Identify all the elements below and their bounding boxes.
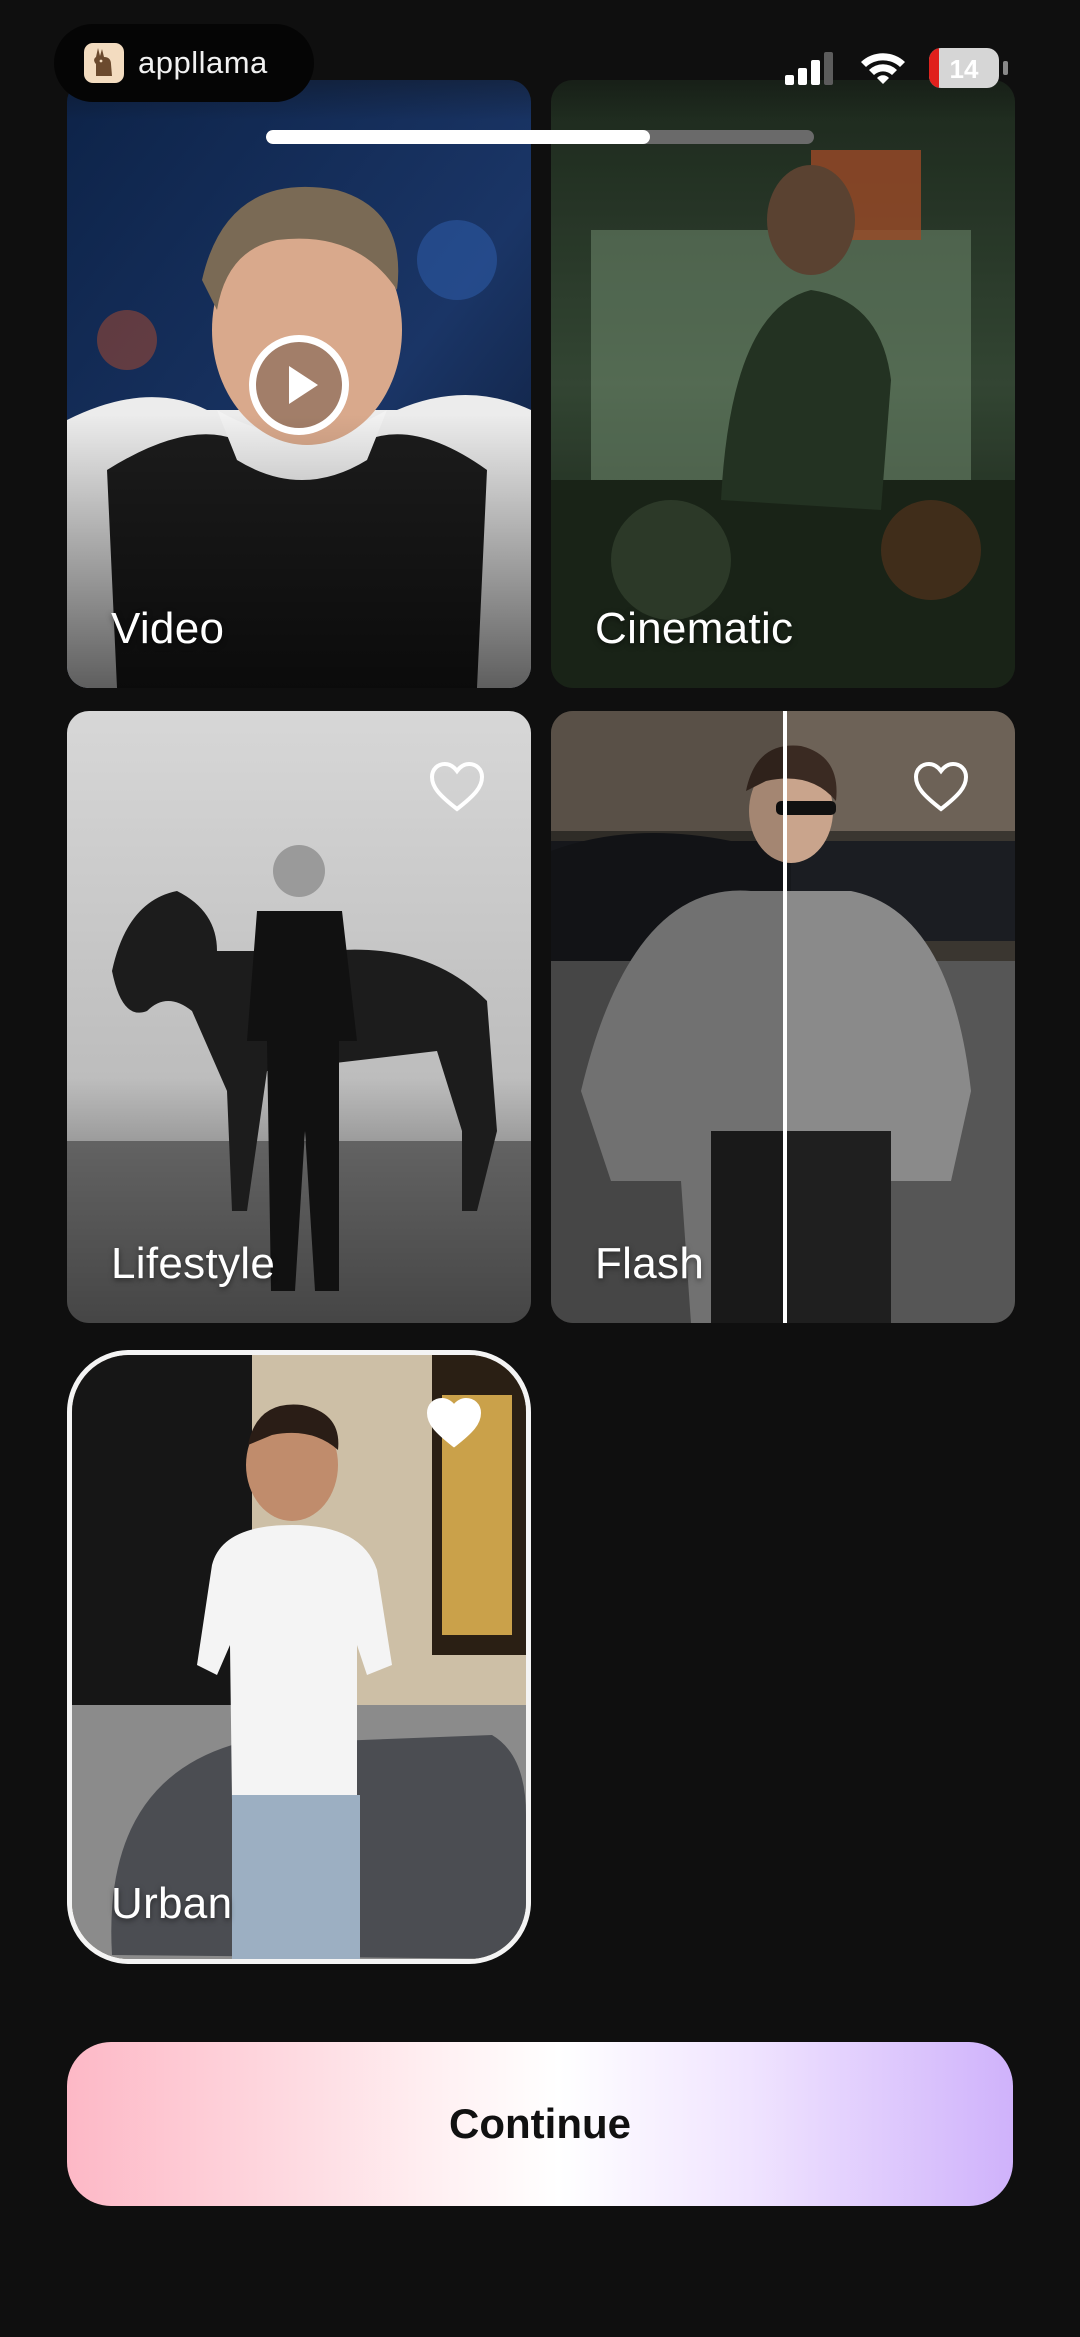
style-card-cinematic[interactable]: Cinematic [551,80,1015,688]
style-card-label: Cinematic [595,604,794,653]
style-card-video[interactable]: Video [67,80,531,688]
continue-button[interactable]: Continue [67,2042,1013,2206]
progress-fill [266,130,650,144]
cellular-signal-icon [785,52,833,85]
play-button[interactable] [249,335,349,435]
style-card-label: Lifestyle [111,1239,276,1288]
play-icon [289,366,318,404]
favorite-heart-icon[interactable] [913,761,969,813]
favorite-heart-icon[interactable] [426,1397,482,1449]
onboarding-progress-bar [266,130,814,144]
style-card-urban[interactable]: Urban [67,1350,531,1964]
status-bar: 14 [785,48,1008,88]
llama-logo-icon [84,43,124,83]
style-card-label: Flash [595,1239,705,1288]
continue-label: Continue [449,2100,631,2147]
wifi-icon [861,53,905,84]
style-card-label: Video [111,604,225,653]
brand-badge: appllama [54,24,314,102]
style-card-flash[interactable]: Flash [551,711,1015,1323]
cinematic-preview-image [551,80,1015,688]
favorite-heart-icon[interactable] [429,761,485,813]
battery-level: 14 [949,54,979,84]
battery-cap [1003,61,1008,75]
style-card-lifestyle[interactable]: Lifestyle [67,711,531,1323]
battery-icon: 14 [929,48,999,88]
brand-name: appllama [138,45,268,80]
style-card-label: Urban [111,1879,233,1928]
